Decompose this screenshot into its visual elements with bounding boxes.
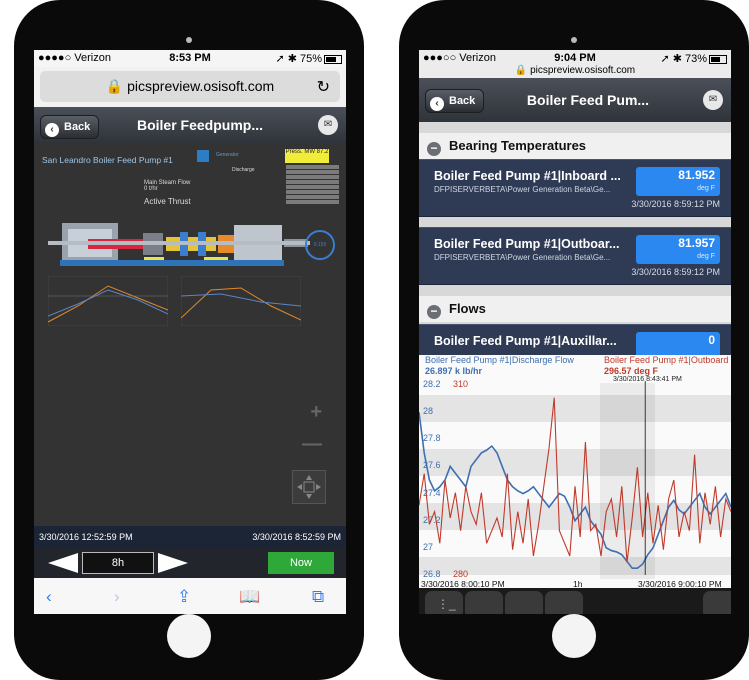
back-button[interactable]: ‹ Back [40,115,100,139]
toolbar-button[interactable] [703,591,731,614]
chevron-left-icon: ‹ [45,123,59,137]
mini-trend-left [48,276,168,326]
item-value: 81.957 [678,236,715,250]
generator-label: Generator [216,152,239,158]
bottom-toolbar: ⋮_ [419,588,731,614]
forward-nav-icon[interactable]: › [114,587,120,607]
toolbar-button[interactable] [505,591,543,614]
section-title: Bearing Temperatures [449,138,587,153]
section-bearing-temperatures[interactable]: − Bearing Temperatures [419,133,731,159]
shift-forward-arrow[interactable] [158,553,188,573]
mini-table [286,165,339,205]
page-title: Boiler Feed Pum... [526,92,650,108]
page-title: Boiler Feedpump... [136,117,263,133]
value-badge: 81.957 deg F [636,235,720,264]
url-field[interactable]: 🔒 picspreview.osisoft.com [40,71,340,102]
process-display[interactable]: San Leandro Boiler Feed Pump #1 Generato… [34,143,346,526]
address-bar[interactable]: 🔒 picspreview.osisoft.com ↻ [34,67,346,107]
gauge-dial[interactable]: 0.155 [305,230,335,260]
url-label[interactable]: 🔒 picspreview.osisoft.com [419,65,731,76]
now-button[interactable]: Now [268,552,334,574]
list-item[interactable]: Boiler Feed Pump #1|Outboar... DFPISERVE… [419,227,731,285]
trend-plot[interactable] [419,355,731,588]
trend-overlay[interactable]: Boiler Feed Pump #1|Discharge Flow 26.89… [419,355,731,589]
zoom-in-button[interactable]: + [310,401,322,424]
back-nav-icon[interactable]: ‹ [46,587,52,607]
item-value: 81.952 [678,168,715,182]
value-badge: 81.952 deg F [636,167,720,196]
list-item[interactable]: Boiler Feed Pump #1|Inboard ... DFPISERV… [419,159,731,217]
collapse-icon[interactable]: − [427,142,441,156]
bookmarks-icon[interactable]: 📖 [239,587,260,607]
tabs-icon[interactable]: ⧉ [312,587,324,607]
home-button[interactable] [552,614,596,658]
legend-toggle-button[interactable]: ⋮_ [425,591,463,614]
status-bar: ●●●○○ Verizon 9:04 PM ➚ ✱ 73% 🔒 picsprev… [419,50,731,78]
item-time: 3/30/2016 8:59:12 PM [631,267,720,277]
time-range-bar: 3/30/2016 12:52:59 PM 3/30/2016 8:52:59 … [34,526,346,548]
item-unit: deg F [697,253,715,260]
toolbar-button[interactable] [545,591,583,614]
start-time[interactable]: 3/30/2016 12:52:59 PM [39,532,133,542]
base-plate [60,260,284,266]
toolbar-button[interactable] [465,591,503,614]
back-label: Back [64,121,91,133]
item-path: DFPISERVERBETA\Power Generation Beta\Ge.… [434,185,611,194]
safari-toolbar: ‹ › ⇪ 📖 ⧉ [34,578,346,614]
link-icon[interactable] [197,150,209,162]
discharge-label: Discharge [232,167,255,173]
time-controls: 8h Now [34,548,346,578]
mail-icon[interactable]: ✉ [703,90,723,110]
back-button[interactable]: ‹ Back [425,89,485,113]
fit-icon [297,475,321,499]
item-name: Boiler Feed Pump #1|Inboard ... [434,169,621,183]
item-name: Boiler Feed Pump #1|Outboar... [434,237,620,251]
camera [186,37,192,43]
steam-value: 0 t/hr [144,186,158,192]
back-label: Back [449,95,476,107]
chevron-left-icon: ‹ [430,97,444,111]
item-time: 3/30/2016 8:59:12 PM [631,199,720,209]
status-bar: ●●●●○ Verizon 8:53 PM ➚ ✱ 75% [34,50,346,67]
item-path: DFPISERVERBETA\Power Generation Beta\Ge.… [434,253,611,262]
battery-icon [324,54,342,64]
series-outboard-temp-line [419,397,731,563]
item-unit: deg F [697,185,715,192]
display-title: San Leandro Boiler Feed Pump #1 [42,155,173,165]
battery-icon [709,54,727,64]
zoom-out-button[interactable]: — [302,433,322,456]
list-icon: ⋮_ [437,597,456,611]
screen-left: ●●●●○ Verizon 8:53 PM ➚ ✱ 75% 🔒 picsprev… [34,50,346,614]
mail-icon[interactable]: ✉ [318,115,338,135]
nav-bar: ‹ Back Boiler Feed Pum... ✉ [419,78,731,122]
end-time[interactable]: 3/30/2016 8:52:59 PM [252,532,341,542]
steam-flow: Main Steam Flow 0 t/hr [144,180,190,192]
item-value: 0 [708,333,715,347]
camera [571,37,577,43]
reload-icon[interactable]: ↻ [317,77,330,97]
phone-right: ●●●○○ Verizon 9:04 PM ➚ ✱ 73% 🔒 picsprev… [399,0,749,680]
home-button[interactable] [167,614,211,658]
shift-back-arrow[interactable] [48,553,78,573]
collapse-icon[interactable]: − [427,305,441,319]
mini-trend-right [181,276,301,326]
duration-field[interactable]: 8h [82,552,154,574]
pump-diagram [48,223,310,263]
status-right: ➚ ✱ 73% [660,52,727,65]
screen-right: ●●●○○ Verizon 9:04 PM ➚ ✱ 73% 🔒 picsprev… [419,50,731,614]
section-flows[interactable]: − Flows [419,296,731,322]
status-right: ➚ ✱ 75% [275,52,342,65]
battery-percent: ➚ ✱ 75% [275,53,322,65]
item-name: Boiler Feed Pump #1|Auxillar... [434,334,617,348]
phone-left: ●●●●○ Verizon 8:53 PM ➚ ✱ 75% 🔒 picsprev… [14,0,364,680]
generator-value: Press. MW 87.2 [285,149,329,163]
nav-bar: ‹ Back Boiler Feedpump... ✉ [34,107,346,143]
section-title: Flows [449,301,486,316]
fit-screen-button[interactable] [292,470,326,504]
share-icon[interactable]: ⇪ [177,587,191,607]
battery-percent: ➚ ✱ 73% [660,53,707,65]
